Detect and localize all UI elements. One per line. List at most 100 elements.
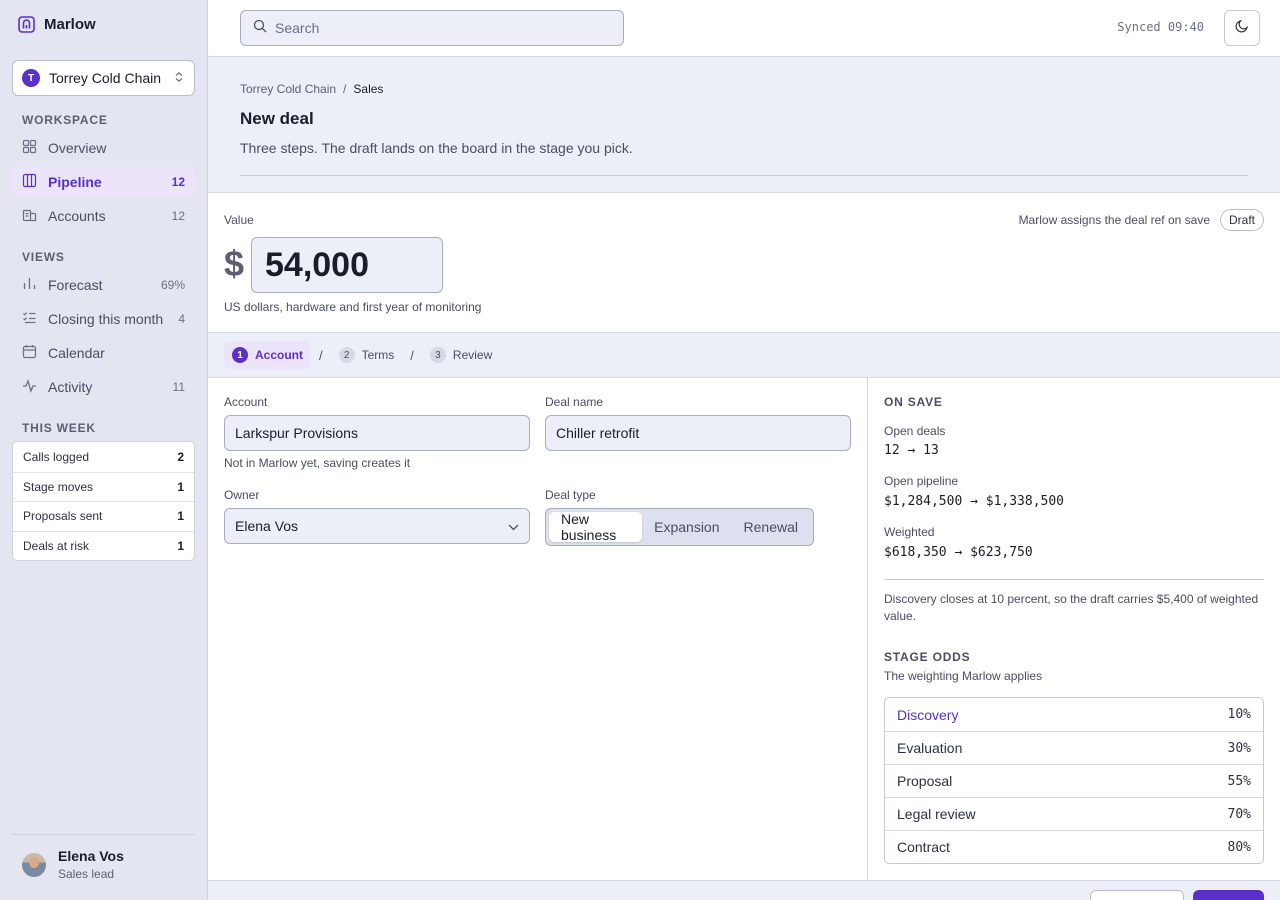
deal-type-expansion[interactable]: Expansion — [642, 512, 731, 542]
divider — [240, 175, 1248, 176]
stage-odds-row-proposal[interactable]: Proposal 55% — [885, 764, 1263, 797]
stage-percent: 30% — [1227, 740, 1251, 756]
page-subtitle: Three steps. The draft lands on the boar… — [240, 140, 633, 156]
sidebar-item-accounts[interactable]: Accounts 12 — [12, 201, 195, 231]
sidebar-item-label: Closing this month — [48, 311, 164, 327]
account-input[interactable]: Larkspur Provisions — [224, 415, 530, 451]
week-stat-row: Stage moves 1 — [13, 471, 194, 502]
stage-odds-row-legal-review[interactable]: Legal review 70% — [885, 797, 1263, 830]
user-role: Sales lead — [58, 867, 115, 881]
breadcrumb-current[interactable]: Sales — [353, 82, 383, 96]
step-separator: / — [410, 347, 414, 363]
chevron-updown-icon — [174, 70, 184, 86]
sidebar-item-pipeline[interactable]: Pipeline 12 — [12, 167, 195, 197]
step-label: Account — [255, 348, 303, 362]
sidebar-item-label: Pipeline — [48, 174, 102, 190]
value-help-text: US dollars, hardware and first year of m… — [224, 300, 482, 314]
org-avatar: T — [22, 69, 40, 87]
week-stat-row: Proposals sent 1 — [13, 501, 194, 531]
breadcrumb-org[interactable]: Torrey Cold Chain — [240, 82, 336, 96]
secondary-button[interactable] — [1090, 890, 1184, 900]
deal-type-label: Deal type — [545, 488, 596, 502]
deal-name-label: Deal name — [545, 395, 604, 409]
account-label: Account — [224, 395, 268, 409]
status-badge: Draft — [1219, 209, 1264, 231]
weighting-note: Discovery closes at 10 percent, so the d… — [884, 592, 1259, 623]
owner-select[interactable]: Elena Vos — [224, 508, 530, 544]
sidebar-item-count: 4 — [178, 312, 185, 326]
sidebar-item-count: 12 — [171, 209, 185, 223]
deal-value-input[interactable]: 54,000 — [251, 237, 443, 293]
stage-odds-heading: STAGE ODDS — [884, 650, 971, 664]
summary-panel: ON SAVE Open deals 12 → 13 Open pipeline… — [867, 378, 1280, 880]
page-title: New deal — [240, 109, 314, 128]
org-name: Torrey Cold Chain — [49, 70, 162, 86]
week-stat-label: Proposals sent — [23, 509, 103, 524]
app-name: Marlow — [44, 16, 96, 33]
workspace-heading: WORKSPACE — [22, 113, 108, 127]
step-account[interactable]: 1 Account — [224, 341, 311, 369]
grid-icon — [22, 139, 37, 157]
sidebar-item-label: Overview — [48, 140, 107, 156]
deal-name-input[interactable]: Chiller retrofit — [545, 415, 851, 451]
stage-odds-row-evaluation[interactable]: Evaluation 30% — [885, 731, 1263, 764]
primary-button[interactable] — [1193, 890, 1264, 900]
owner-selected-value: Elena Vos — [235, 518, 299, 534]
week-stat-label: Deals at risk — [23, 538, 90, 553]
weighted-label: Weighted — [884, 525, 935, 539]
stage-name: Contract — [897, 839, 950, 855]
deal-type-renewal[interactable]: Renewal — [732, 512, 810, 542]
sidebar: Marlow T Torrey Cold Chain WORKSPACE Ove… — [0, 0, 208, 900]
sidebar-item-count: 12 — [171, 175, 185, 189]
deal-type-segmented-control: New business Expansion Renewal — [545, 508, 814, 546]
sidebar-item-forecast[interactable]: Forecast 69% — [12, 270, 195, 300]
chevron-down-icon — [508, 518, 519, 534]
breadcrumb: Torrey Cold Chain / Sales — [240, 82, 383, 96]
topbar: Synced 09:40 — [208, 0, 1280, 57]
breadcrumb-separator: / — [343, 82, 347, 96]
deal-type-new-business[interactable]: New business — [549, 511, 643, 543]
sidebar-item-label: Accounts — [48, 208, 106, 224]
deal-ref-note: Marlow assigns the deal ref on save — [1018, 213, 1210, 227]
value-label: Value — [224, 213, 254, 227]
step-number: 3 — [429, 347, 446, 363]
weighted-value: $618,350 → $623,750 — [884, 545, 1033, 560]
open-pipeline-label: Open pipeline — [884, 474, 959, 488]
stage-percent: 10% — [1227, 707, 1251, 722]
building-icon — [22, 207, 37, 225]
sidebar-item-calendar[interactable]: Calendar — [12, 338, 195, 368]
week-stat-label: Calls logged — [23, 449, 90, 464]
sidebar-item-label: Calendar — [48, 345, 105, 361]
on-save-heading: ON SAVE — [884, 395, 943, 409]
user-profile[interactable]: Elena Vos Sales lead — [22, 848, 124, 881]
stage-name: Legal review — [897, 806, 976, 822]
step-review[interactable]: 3 Review — [422, 341, 500, 369]
sidebar-item-label: Activity — [48, 379, 93, 395]
step-terms[interactable]: 2 Terms — [331, 341, 403, 369]
search-input[interactable] — [275, 20, 611, 36]
pulse-icon — [22, 378, 37, 396]
stage-percent: 55% — [1227, 773, 1251, 789]
sidebar-item-activity[interactable]: Activity 11 — [12, 372, 195, 402]
search-box[interactable] — [240, 10, 624, 46]
stage-odds-row-contract[interactable]: Contract 80% — [885, 830, 1263, 863]
form-footer — [208, 880, 1280, 900]
week-stat-value: 2 — [177, 449, 184, 464]
open-deals-label: Open deals — [884, 424, 946, 438]
search-icon — [253, 19, 267, 38]
open-pipeline-value: $1,284,500 → $1,338,500 — [884, 494, 1065, 509]
stage-name: Discovery — [897, 706, 959, 723]
page-header: Torrey Cold Chain / Sales New deal Three… — [208, 57, 1280, 193]
sidebar-item-closing-this-month[interactable]: Closing this month 4 — [12, 304, 195, 334]
week-stat-value: 1 — [177, 509, 184, 524]
brand[interactable]: Marlow — [18, 16, 96, 33]
step-label: Review — [452, 348, 493, 362]
theme-toggle-button[interactable] — [1224, 10, 1260, 46]
checklist-icon — [22, 310, 37, 328]
owner-label: Owner — [224, 488, 260, 502]
divider — [884, 579, 1264, 580]
stage-odds-row-discovery[interactable]: Discovery 10% — [885, 698, 1263, 731]
sidebar-item-overview[interactable]: Overview — [12, 133, 195, 163]
columns-icon — [22, 173, 37, 191]
org-switcher[interactable]: T Torrey Cold Chain — [12, 60, 195, 96]
